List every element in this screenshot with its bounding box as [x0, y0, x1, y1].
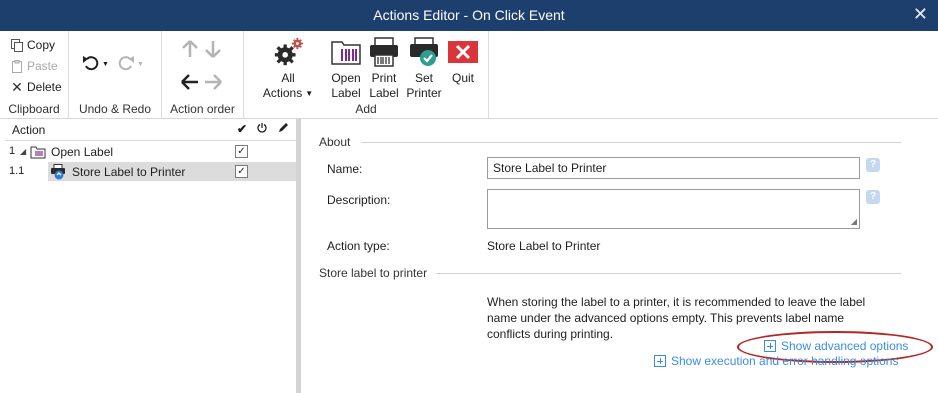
row-number: 1.1	[9, 165, 25, 177]
resize-grip-icon[interactable]: ◢	[851, 217, 857, 226]
all-actions-button[interactable]: All Actions ▼	[258, 35, 318, 101]
title-bar: Actions Editor - On Click Event ✕	[0, 0, 938, 31]
add-group: All Actions ▼ Open Label Print Label Set…	[244, 31, 489, 119]
row-number: 1	[9, 145, 16, 157]
add-group-label: Add	[355, 102, 377, 116]
action-properties-panel: About Name: Store Label to Printer ? Des…	[301, 119, 938, 393]
clipboard-group-label: Clipboard	[8, 102, 60, 116]
tree-row-open-label[interactable]: 1 ◢ Open Label ✓	[5, 142, 296, 161]
about-divider	[361, 142, 901, 143]
ribbon: Copy Paste ✕ Delete Clipboard ▼ ▼ Undo &…	[0, 31, 938, 119]
about-section-title: About	[319, 135, 351, 149]
copy-icon	[10, 38, 24, 52]
undo-redo-group-label: Undo & Redo	[78, 102, 152, 116]
store-section-title: Store label to printer	[319, 266, 428, 280]
clipboard-group: Copy Paste ✕ Delete Clipboard	[0, 31, 69, 119]
close-icon[interactable]: ✕	[913, 4, 928, 25]
all-actions-label-2: Actions	[262, 86, 303, 100]
tree-item-label: Open Label	[51, 145, 114, 159]
move-right-icon[interactable]	[204, 74, 222, 93]
open-label-label-2: Label	[331, 86, 361, 100]
tree-row-store-label[interactable]: 1.1 Store Label to Printer ✓	[5, 162, 296, 181]
move-down-icon[interactable]	[205, 40, 221, 61]
expand-plus-icon	[764, 340, 776, 352]
collapse-triangle-icon[interactable]: ◢	[20, 147, 26, 156]
set-printer-label-1: Set	[414, 71, 433, 85]
undo-dropdown-icon: ▼	[102, 61, 109, 68]
move-up-icon[interactable]	[182, 40, 198, 61]
action-type-label: Action type:	[327, 239, 390, 253]
description-help-icon[interactable]: ?	[866, 190, 880, 204]
show-advanced-options-label: Show advanced options	[781, 339, 909, 353]
description-input[interactable]: ◢	[487, 189, 860, 229]
show-advanced-options-link[interactable]: Show advanced options	[764, 339, 908, 353]
action-order-group: Action order	[162, 31, 244, 119]
print-label-icon	[368, 35, 400, 69]
delete-icon: ✕	[11, 78, 23, 95]
quit-icon	[447, 35, 479, 69]
enabled-column-icon[interactable]: ✔	[234, 122, 250, 136]
undo-redo-group: ▼ ▼ Undo & Redo	[69, 31, 162, 119]
enabled-checkbox[interactable]: ✓	[235, 145, 248, 158]
paste-button[interactable]: Paste	[10, 57, 58, 75]
print-label-button[interactable]: Print Label	[366, 35, 402, 101]
quit-button[interactable]: Quit	[444, 35, 482, 86]
redo-icon	[117, 55, 135, 74]
redo-button[interactable]: ▼	[117, 55, 144, 74]
show-execution-options-link[interactable]: Show execution and error handling option…	[654, 354, 898, 368]
show-execution-options-label: Show execution and error handling option…	[671, 354, 899, 368]
open-label-button[interactable]: Open Label	[328, 35, 364, 101]
print-label-label-1: Print	[371, 71, 397, 85]
open-label-icon	[330, 35, 362, 69]
pencil-column-icon[interactable]	[275, 122, 291, 137]
name-label: Name:	[327, 162, 363, 176]
action-order-group-label: Action order	[170, 102, 235, 116]
redo-dropdown-icon: ▼	[137, 61, 144, 68]
power-column-icon[interactable]	[254, 122, 270, 137]
undo-button[interactable]: ▼	[82, 55, 109, 74]
expand-plus-icon	[654, 355, 666, 367]
action-column-header: Action	[12, 123, 46, 137]
name-input[interactable]: Store Label to Printer	[487, 157, 860, 179]
actions-tree-panel: Action ✔ 1 ◢ Open Label ✓ 1.1 Store Labe…	[0, 119, 300, 393]
paste-label: Paste	[27, 59, 58, 73]
name-help-icon[interactable]: ?	[866, 158, 880, 172]
all-actions-dropdown-icon: ▼	[305, 89, 314, 98]
print-label-label-2: Label	[369, 86, 399, 100]
paste-icon	[10, 59, 24, 73]
delete-button[interactable]: ✕ Delete	[10, 78, 62, 96]
action-type-value: Store Label to Printer	[487, 239, 601, 253]
set-printer-button[interactable]: Set Printer	[404, 35, 444, 101]
store-divider	[436, 273, 901, 274]
copy-button[interactable]: Copy	[10, 36, 55, 54]
quit-label: Quit	[451, 71, 474, 85]
window-title: Actions Editor - On Click Event	[373, 7, 565, 23]
set-printer-label-2: Printer	[406, 86, 442, 100]
undo-icon	[82, 55, 100, 74]
open-label-icon	[30, 144, 46, 160]
open-label-label-1: Open	[331, 71, 361, 85]
enabled-checkbox[interactable]: ✓	[235, 165, 248, 178]
store-printer-icon	[50, 164, 66, 180]
description-label: Description:	[327, 193, 391, 207]
move-left-icon[interactable]	[181, 74, 199, 93]
all-actions-label-1: All	[281, 71, 295, 85]
gears-icon	[272, 35, 304, 69]
delete-label: Delete	[27, 80, 62, 94]
tree-header: Action ✔	[5, 119, 296, 141]
tree-item-label: Store Label to Printer	[72, 165, 186, 179]
set-printer-icon	[408, 35, 440, 69]
copy-label: Copy	[27, 38, 56, 52]
